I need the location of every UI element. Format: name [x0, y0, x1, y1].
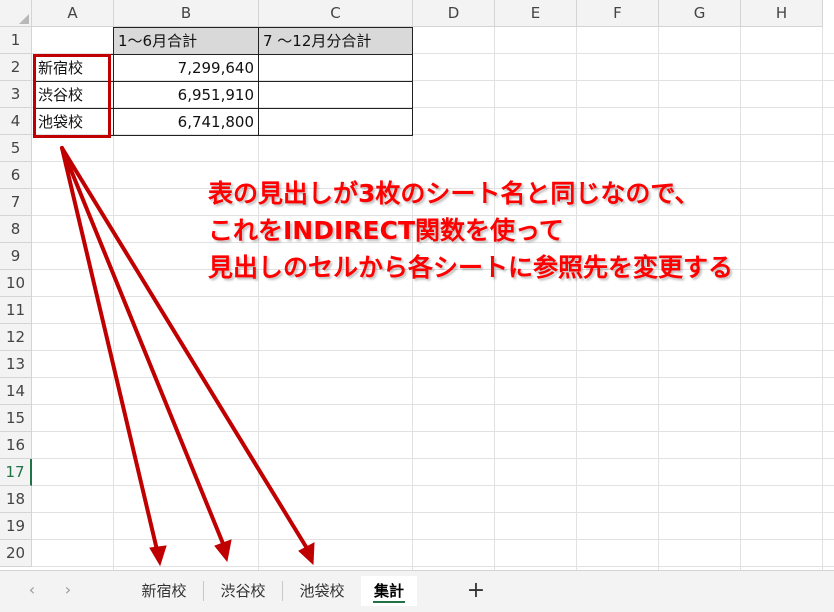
sheet-tab-bar: ‹ › 新宿校 渋谷校 池袋校 集計 + [0, 570, 834, 612]
sheet-tab-ikebukuro[interactable]: 池袋校 [284, 576, 360, 606]
tab-divider [282, 581, 283, 601]
sheet-tab-label: 渋谷校 [220, 582, 266, 600]
grid-hline [32, 350, 834, 351]
next-sheet-button[interactable]: › [58, 579, 78, 601]
select-all-triangle-icon [19, 14, 29, 24]
row-header-7[interactable]: 7 [0, 189, 32, 216]
cell-c2[interactable] [258, 54, 413, 82]
annotation-callout: 表の見出しが3枚のシート名と同じなので、 これをINDIRECT関数を使って 見… [208, 175, 733, 286]
grid-hline [32, 512, 834, 513]
grid-hline [32, 161, 834, 162]
grid-hline [32, 296, 834, 297]
row-header-6[interactable]: 6 [0, 162, 32, 189]
add-sheet-button[interactable]: + [464, 577, 488, 605]
sheet-tab-summary[interactable]: 集計 [361, 576, 417, 606]
grid-hline [32, 377, 834, 378]
sheet-name-highlight-box [33, 54, 111, 138]
column-header-f[interactable]: F [577, 0, 659, 27]
row-header-19[interactable]: 19 [0, 513, 32, 540]
row-header-3[interactable]: 3 [0, 81, 32, 108]
row-header-18[interactable]: 18 [0, 486, 32, 513]
select-all-corner[interactable] [0, 0, 32, 27]
sheet-tab-shibuya[interactable]: 渋谷校 [205, 576, 281, 606]
row-header-15[interactable]: 15 [0, 405, 32, 432]
cell-c4[interactable] [258, 108, 413, 136]
cell-c3[interactable] [258, 81, 413, 109]
grid-vline [822, 27, 823, 570]
row-header-9[interactable]: 9 [0, 243, 32, 270]
grid-hline [32, 458, 834, 459]
annotation-line-1: 表の見出しが3枚のシート名と同じなので、 [208, 179, 700, 208]
column-header-d[interactable]: D [413, 0, 495, 27]
row-header-4[interactable]: 4 [0, 108, 32, 135]
column-header-a[interactable]: A [32, 0, 114, 27]
row-header-14[interactable]: 14 [0, 378, 32, 405]
sheet-tab-shinjuku[interactable]: 新宿校 [126, 576, 202, 606]
prev-sheet-button[interactable]: ‹ [22, 579, 42, 601]
grid-hline [32, 323, 834, 324]
row-header-16[interactable]: 16 [0, 432, 32, 459]
column-header-g[interactable]: G [659, 0, 741, 27]
row-header-10[interactable]: 10 [0, 270, 32, 297]
row-header-13[interactable]: 13 [0, 351, 32, 378]
tab-divider [203, 581, 204, 601]
cell-b3[interactable]: 6,951,910 [113, 81, 259, 109]
column-header-c[interactable]: C [259, 0, 413, 27]
row-header-1[interactable]: 1 [0, 27, 32, 54]
grid-vline [740, 27, 741, 570]
cell-a1[interactable] [32, 27, 114, 55]
row-header-11[interactable]: 11 [0, 297, 32, 324]
grid-hline [32, 404, 834, 405]
cell-b1-header[interactable]: 1～6月合計 [113, 27, 259, 55]
grid-hline [32, 539, 834, 540]
grid-hline [32, 431, 834, 432]
cell-b4[interactable]: 6,741,800 [113, 108, 259, 136]
row-header-2[interactable]: 2 [0, 54, 32, 81]
annotation-line-3: 見出しのセルから各シートに参照先を変更する [208, 253, 734, 282]
row-header-20[interactable]: 20 [0, 540, 32, 567]
grid-vline [658, 27, 659, 570]
column-header-h[interactable]: H [741, 0, 823, 27]
annotation-line-2: これをINDIRECT関数を使って [208, 216, 564, 245]
sheet-tab-label: 新宿校 [141, 582, 187, 600]
grid-vline [494, 27, 495, 570]
grid-vline [576, 27, 577, 570]
row-header-8[interactable]: 8 [0, 216, 32, 243]
column-header-b[interactable]: B [114, 0, 259, 27]
row-header-17[interactable]: 17 [0, 459, 32, 486]
cell-c1-header[interactable]: 7 ～12月分合計 [258, 27, 413, 55]
active-tab-underline [373, 601, 405, 603]
grid-hline [32, 485, 834, 486]
cell-b2[interactable]: 7,299,640 [113, 54, 259, 82]
sheet-tab-label: 集計 [373, 582, 404, 600]
row-header-5[interactable]: 5 [0, 135, 32, 162]
row-header-12[interactable]: 12 [0, 324, 32, 351]
column-header-e[interactable]: E [495, 0, 577, 27]
sheet-tab-label: 池袋校 [299, 582, 345, 600]
grid-hline [32, 566, 834, 567]
